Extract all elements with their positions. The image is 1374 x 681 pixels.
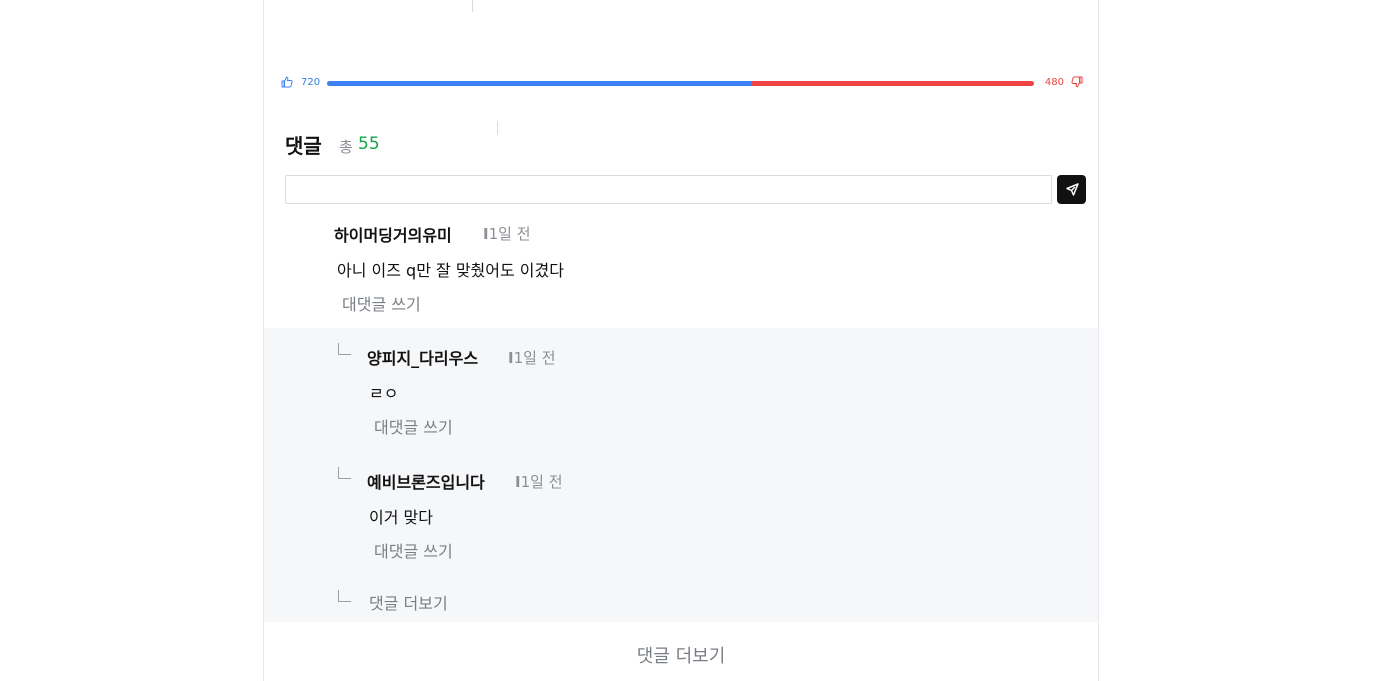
send-button[interactable] (1057, 175, 1086, 204)
vote-bar-fill (327, 81, 752, 86)
comments-title: 댓글 (285, 134, 322, 158)
more-comments-button[interactable]: 댓글 더보기 (264, 642, 1098, 668)
reply-body: ㄹㅇ (369, 384, 399, 403)
reply-author[interactable]: 양피지_다리우스 (367, 345, 478, 369)
down-vote-count: 480 (1044, 77, 1064, 88)
more-replies-button[interactable]: 댓글 더보기 (369, 590, 448, 614)
comments-total-count: 55 (358, 134, 380, 154)
write-reply-link[interactable]: 대댓글 쓰기 (374, 538, 453, 562)
reply-time-text: 1일 전 (520, 473, 563, 491)
write-reply-link[interactable]: 대댓글 쓰기 (342, 291, 421, 315)
vote-bar-track (327, 81, 1034, 86)
thumbs-up-icon[interactable] (281, 76, 293, 88)
comment-time: I1일 전 (483, 225, 531, 243)
divider-tick (497, 121, 498, 135)
comment-time-text: 1일 전 (488, 225, 531, 243)
reply-time: I1일 전 (508, 349, 556, 367)
reply-time: I1일 전 (515, 473, 563, 491)
thumbs-down-icon[interactable] (1071, 76, 1083, 88)
reply-time-text: 1일 전 (513, 349, 556, 367)
reply-branch-icon (338, 343, 351, 355)
divider-tick (472, 0, 473, 12)
comment-body: 아니 이즈 q만 잘 맞췄어도 이겼다 (337, 261, 564, 280)
reply-author[interactable]: 예비브론즈입니다 (367, 469, 485, 493)
send-cursor-icon (1065, 182, 1079, 196)
comments-total-label: 총 (339, 138, 353, 156)
comment-author[interactable]: 하이머딩거의유미 (334, 222, 452, 246)
reply-branch-icon (338, 590, 351, 602)
vote-ratio-bar: 720 480 (281, 74, 1083, 92)
comment-input[interactable] (285, 175, 1052, 204)
up-vote-count: 720 (301, 77, 321, 88)
write-reply-link[interactable]: 대댓글 쓰기 (374, 414, 453, 438)
reply-branch-icon (338, 467, 351, 479)
reply-body: 이거 맞다 (369, 508, 433, 527)
